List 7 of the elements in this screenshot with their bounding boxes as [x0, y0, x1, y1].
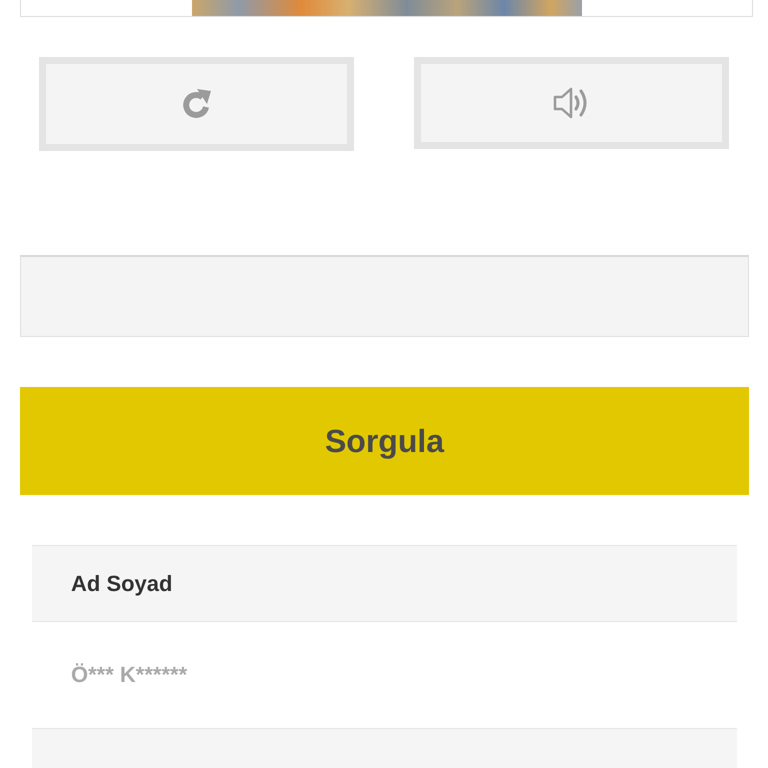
refresh-button[interactable]	[39, 57, 354, 151]
refresh-icon	[180, 87, 212, 121]
submit-button[interactable]: Sorgula	[20, 387, 749, 495]
captcha-input-field[interactable]	[20, 255, 749, 337]
field-label: Ad Soyad	[71, 570, 172, 596]
audio-button[interactable]	[414, 57, 729, 149]
field-value: Ö*** K******	[71, 662, 188, 688]
